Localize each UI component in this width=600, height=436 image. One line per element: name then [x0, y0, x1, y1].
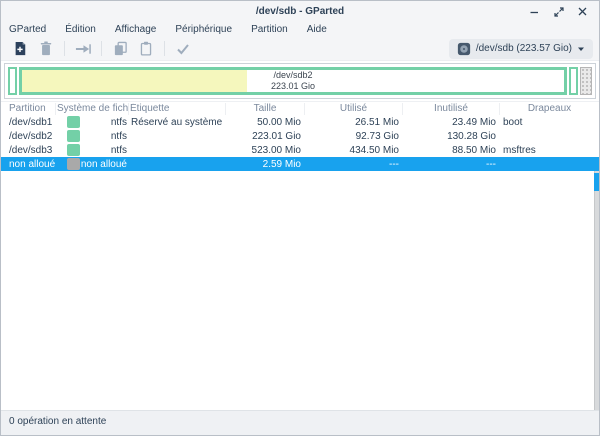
menu-affichage[interactable]: Affichage — [115, 24, 157, 35]
delete-icon[interactable] — [33, 39, 59, 59]
size-value: 2.59 Mio — [226, 159, 305, 170]
used-value: --- — [305, 159, 403, 170]
header-partition: Partition — [1, 103, 56, 115]
filesystem-color-swatch — [67, 144, 80, 156]
header-size: Taille — [226, 103, 305, 115]
filesystem-name: ntfs — [80, 131, 129, 142]
disk-segment-unallocated[interactable] — [580, 67, 592, 95]
filesystem-color-swatch — [67, 130, 80, 142]
partition-name: non alloué — [1, 159, 56, 170]
chevron-down-icon — [577, 46, 585, 52]
window-title: /dev/sdb - GParted — [1, 6, 599, 17]
minimize-icon[interactable] — [529, 6, 540, 17]
filesystem-color-swatch — [67, 116, 80, 128]
partition-table: Partition Système de fichiers Étiquette … — [1, 101, 599, 171]
copy-icon[interactable] — [107, 39, 133, 59]
partition-name: /dev/sdb2 — [1, 131, 56, 142]
table-row[interactable]: /dev/sdb1 ntfsRéservé au système50.00 Mio… — [1, 115, 599, 129]
size-value: 523.00 Mio — [226, 145, 305, 156]
device-selector-label: /dev/sdb (223.57 Gio) — [476, 43, 572, 54]
size-value: 50.00 Mio — [226, 117, 305, 128]
restore-icon[interactable] — [553, 6, 564, 17]
menu-peripherique[interactable]: Périphérique — [175, 24, 232, 35]
table-row[interactable]: non allouénon alloué2.59 Mio------ — [1, 157, 599, 171]
disk-visual-frame: /dev/sdb2 223.01 Gio — [4, 63, 596, 99]
toolbar: /dev/sdb (223.57 Gio) — [1, 37, 599, 61]
disk-visual: /dev/sdb2 223.01 Gio — [1, 61, 599, 101]
disk-segment-sdb1[interactable] — [8, 67, 17, 95]
filesystem-cell: ntfs — [56, 144, 129, 156]
filesystem-cell: non alloué — [56, 158, 129, 170]
disk-segment-label: /dev/sdb2 223.01 Gio — [22, 70, 564, 92]
new-partition-icon[interactable] — [7, 39, 33, 59]
apply-icon[interactable] — [170, 39, 196, 59]
size-value: 223.01 Gio — [226, 131, 305, 142]
device-selector[interactable]: /dev/sdb (223.57 Gio) — [449, 39, 593, 59]
partition-table-body: /dev/sdb1ntfsRéservé au système50.00 Mio… — [1, 115, 599, 171]
disk-segment-size: 223.01 Gio — [271, 81, 315, 92]
partition-label: Réservé au système — [129, 117, 226, 128]
toolbar-separator — [64, 41, 65, 56]
disk-segment-name: /dev/sdb2 — [273, 70, 312, 81]
unused-value: 130.28 Gio — [403, 131, 500, 142]
unused-value: --- — [403, 159, 500, 170]
table-row[interactable]: /dev/sdb2 ntfs 223.01 Gio92.73 Gio130.28 G… — [1, 129, 599, 143]
menu-gparted[interactable]: GParted — [9, 24, 46, 35]
scrollbar-thumb[interactable] — [594, 173, 599, 191]
filesystem-name: non alloué — [80, 159, 129, 170]
pending-operations-text: 0 opération en attente — [9, 416, 106, 427]
resize-move-icon[interactable] — [70, 39, 96, 59]
unused-value: 88.50 Mio — [403, 145, 500, 156]
table-row[interactable]: /dev/sdb3 ntfs 523.00 Mio434.50 Mio88.50 M… — [1, 143, 599, 157]
partition-name: /dev/sdb3 — [1, 145, 56, 156]
status-bar: 0 opération en attente — [1, 410, 599, 435]
filesystem-name: ntfs — [80, 117, 129, 128]
filesystem-color-swatch — [67, 158, 80, 170]
menu-edition[interactable]: Édition — [65, 24, 96, 35]
toolbar-separator — [164, 41, 165, 56]
close-icon[interactable] — [577, 6, 588, 17]
filesystem-cell: ntfs — [56, 116, 129, 128]
title-bar: /dev/sdb - GParted — [1, 1, 599, 22]
header-label: Étiquette — [129, 103, 226, 115]
menu-aide[interactable]: Aide — [307, 24, 327, 35]
partition-name: /dev/sdb1 — [1, 117, 56, 128]
flags-value: msftres — [500, 145, 599, 156]
unused-value: 23.49 Mio — [403, 117, 500, 128]
used-value: 26.51 Mio — [305, 117, 403, 128]
used-value: 92.73 Gio — [305, 131, 403, 142]
header-used: Utilisé — [305, 103, 403, 115]
window-controls — [529, 6, 599, 17]
paste-icon[interactable] — [133, 39, 159, 59]
menu-partition[interactable]: Partition — [251, 24, 288, 35]
header-unused: Inutilisé — [403, 103, 500, 115]
header-flags: Drapeaux — [500, 103, 599, 115]
flags-value: boot — [500, 117, 599, 128]
disk-segment-sdb2[interactable]: /dev/sdb2 223.01 Gio — [19, 67, 567, 95]
header-filesystem: Système de fichiers — [56, 103, 129, 115]
table-header: Partition Système de fichiers Étiquette … — [1, 101, 599, 115]
menu-bar: GParted Édition Affichage Périphérique P… — [1, 22, 599, 37]
disk-segment-sdb3[interactable] — [569, 67, 578, 95]
used-value: 434.50 Mio — [305, 145, 403, 156]
empty-area — [1, 171, 599, 410]
gparted-window: /dev/sdb - GParted GParted Édition Affic… — [0, 0, 600, 436]
filesystem-cell: ntfs — [56, 130, 129, 142]
disk-icon — [457, 42, 471, 56]
toolbar-separator — [101, 41, 102, 56]
vertical-scrollbar[interactable] — [594, 171, 599, 410]
filesystem-name: ntfs — [80, 145, 129, 156]
